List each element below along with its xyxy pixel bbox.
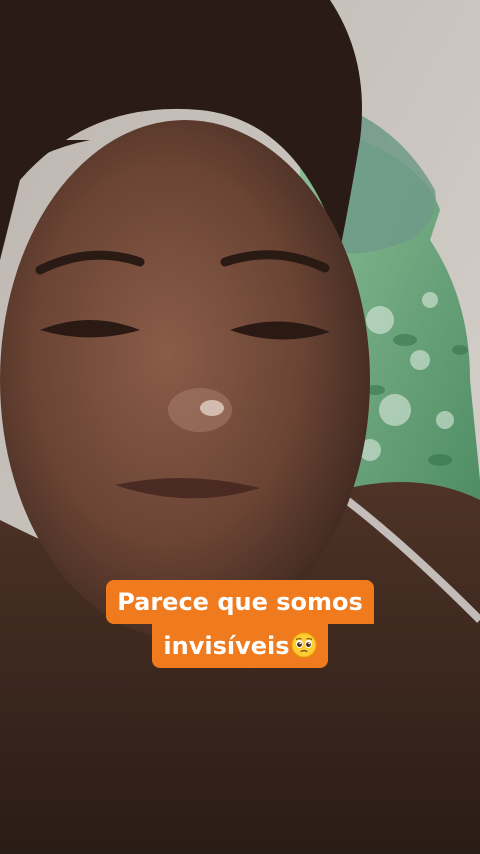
caption-overlay: Parece que somos invisíveis (0, 580, 480, 668)
caption-text-2: invisíveis (163, 632, 290, 660)
caption-line-1: Parece que somos (106, 580, 374, 624)
caption-text-1: Parece que somos (117, 588, 363, 616)
story-frame: Parece que somos invisíveis (0, 0, 480, 854)
pleading-face-icon (291, 628, 317, 658)
caption-line-2: invisíveis (152, 624, 328, 668)
face (0, 120, 370, 640)
selfie-photo (0, 0, 480, 854)
